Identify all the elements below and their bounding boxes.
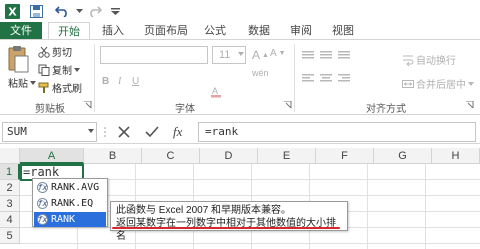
phonetic-icon[interactable]: wén [252, 68, 269, 78]
tab-review[interactable]: 审阅 [284, 22, 318, 40]
svg-text:X: X [8, 5, 17, 18]
column-header-g[interactable]: G [374, 148, 432, 164]
paintbrush-icon [38, 82, 49, 93]
ribbon-separator [94, 44, 95, 112]
undo-icon[interactable] [52, 2, 72, 20]
paste-dropdown-icon [30, 80, 36, 85]
function-autocomplete-list: fx RANK.AVG fx RANK.EQ fx RANK [32, 178, 108, 227]
paste-button[interactable]: 粘贴 [8, 75, 36, 90]
formula-bar-grip-icon [102, 123, 108, 141]
font-name-select[interactable] [100, 46, 208, 64]
row-header-3[interactable]: 3 [0, 196, 20, 212]
column-header-c[interactable]: C [142, 148, 200, 164]
row-header-5[interactable]: 5 [0, 228, 20, 244]
autocomplete-item-label: RANK [51, 214, 76, 225]
svg-text:fx: fx [173, 125, 183, 139]
alignment-group-label: 对齐方式 [366, 104, 406, 115]
font-size-value: 11 [219, 49, 231, 61]
format-painter-button[interactable]: 格式刷 [38, 80, 82, 95]
font-size-dropdown-icon[interactable] [238, 52, 244, 56]
tab-formulas[interactable]: 公式 [198, 22, 232, 40]
column-header-e[interactable]: E [258, 148, 316, 164]
increase-font-icon[interactable]: A ▲ [252, 48, 269, 62]
redo-icon[interactable] [86, 2, 104, 20]
svg-text:U: U [132, 76, 139, 86]
font-group-label: 字体 [175, 104, 195, 115]
autocomplete-item-label: RANK.EQ [51, 198, 94, 209]
autocomplete-item-selected[interactable]: fx RANK [34, 212, 106, 227]
save-icon[interactable] [28, 2, 44, 20]
copy-label: 复制 [52, 66, 72, 77]
column-header-b[interactable]: B [84, 148, 142, 164]
row-header-2[interactable]: 2 [0, 180, 20, 196]
tab-data[interactable]: 数据 [242, 22, 276, 40]
function-icon: fx [37, 182, 48, 193]
clipboard-launcher-icon[interactable] [84, 101, 92, 109]
tab-home[interactable]: 开始 [48, 22, 90, 40]
column-header-h[interactable]: H [432, 148, 480, 164]
font-color-icon[interactable]: A [210, 86, 228, 98]
copy-button[interactable]: 复制 [38, 62, 80, 77]
merge-center-label: 合并后居中 [416, 80, 466, 91]
column-header-f[interactable]: F [316, 148, 374, 164]
tab-page-layout[interactable]: 页面布局 [138, 22, 194, 40]
clipboard-group-label: 剪贴板 [35, 104, 65, 115]
tooltip-compat-note: 此函数与 Excel 2007 和早期版本兼容。 [116, 205, 292, 216]
title-bar: X [0, 0, 480, 22]
cut-button[interactable]: 剪切 [38, 44, 72, 59]
bold-italic-underline-icons: BIU [102, 74, 162, 86]
undo-dropdown-icon[interactable] [74, 2, 84, 20]
paste-label: 粘贴 [8, 79, 28, 90]
svg-text:A: A [212, 86, 218, 96]
formula-bar: SUM fx =rank [0, 120, 480, 144]
column-header-d[interactable]: D [200, 148, 258, 164]
formula-input[interactable]: =rank [198, 122, 476, 142]
copy-dropdown-icon [74, 67, 80, 72]
ribbon-separator [294, 44, 295, 112]
autocomplete-item[interactable]: fx RANK.AVG [34, 180, 106, 195]
autocomplete-item[interactable]: fx RANK.EQ [34, 196, 106, 211]
wrap-text-button[interactable]: 自动换行 [402, 52, 456, 67]
customize-qat-icon[interactable] [108, 2, 122, 20]
merge-dropdown-icon [468, 81, 474, 86]
copy-icon [38, 64, 50, 76]
alignment-launcher-icon[interactable] [466, 101, 474, 109]
tab-file[interactable]: 文件 [0, 22, 42, 40]
enter-check-icon[interactable] [142, 123, 162, 141]
tab-view[interactable]: 视图 [326, 22, 360, 40]
merge-cells-icon [402, 79, 414, 88]
scissors-icon [38, 46, 50, 58]
tooltip-description: 返回某数字在一列数字中相对于其他数值的大小排名 [116, 218, 336, 242]
name-box-dropdown-icon[interactable] [88, 129, 94, 133]
function-icon: fx [37, 214, 48, 225]
alignment-buttons [300, 48, 366, 88]
row-header-4[interactable]: 4 [0, 212, 20, 228]
excel-logo-icon: X [4, 2, 20, 20]
select-all-corner[interactable] [0, 148, 20, 164]
svg-text:I: I [117, 76, 122, 86]
decrease-font-icon[interactable]: A ▼ [270, 48, 286, 59]
wrap-text-label: 自动换行 [416, 56, 456, 67]
cancel-icon[interactable] [114, 123, 134, 141]
paste-icon[interactable] [6, 44, 30, 74]
function-icon: fx [37, 198, 48, 209]
tab-insert[interactable]: 插入 [96, 22, 130, 40]
format-painter-label: 格式刷 [52, 84, 82, 95]
row-header-1[interactable]: 1 [0, 164, 20, 180]
wrap-text-icon [403, 55, 414, 66]
merge-center-button[interactable]: 合并后居中 [402, 76, 474, 91]
font-launcher-icon[interactable] [284, 101, 292, 109]
ribbon: 粘贴 剪切 复制 格式刷 剪贴板 11 A▲ A▼ wén BIU A 字体 [0, 39, 480, 115]
insert-function-icon[interactable]: fx [170, 123, 192, 141]
autocomplete-item-label: RANK.AVG [51, 182, 100, 193]
ribbon-tabs: 文件 开始 插入 页面布局 公式 数据 审阅 视图 [0, 22, 480, 40]
cut-label: 剪切 [52, 48, 72, 59]
name-box[interactable]: SUM [2, 122, 97, 142]
svg-text:B: B [102, 76, 109, 86]
annotation-underline [112, 227, 340, 229]
column-header-a[interactable]: A [20, 148, 84, 164]
